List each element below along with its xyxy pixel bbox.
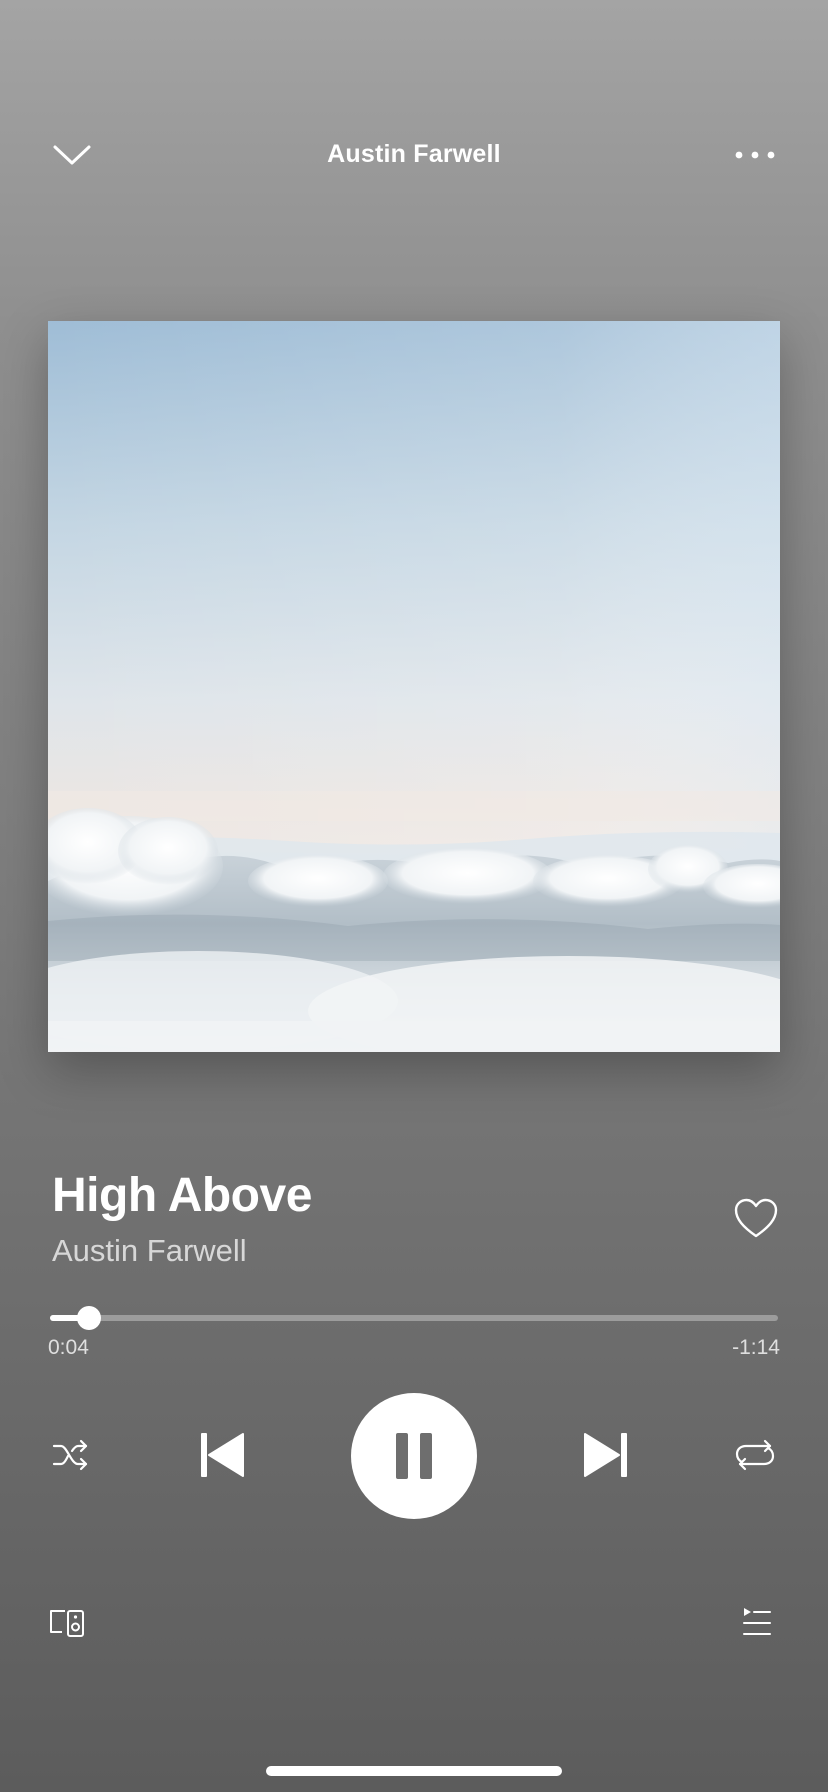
more-dots-icon — [735, 151, 775, 159]
devices-icon — [50, 1610, 84, 1637]
header-title: Austin Farwell — [327, 140, 501, 168]
track-artist[interactable]: Austin Farwell — [52, 1233, 247, 1269]
queue-button[interactable] — [740, 1602, 774, 1642]
album-art — [48, 321, 780, 1052]
progress-bar[interactable] — [50, 1306, 778, 1330]
heart-icon — [734, 1198, 778, 1238]
more-options-button[interactable] — [730, 140, 780, 170]
pause-icon — [396, 1433, 432, 1479]
shuffle-icon — [52, 1439, 88, 1471]
repeat-icon — [735, 1439, 775, 1471]
skip-next-icon — [584, 1433, 627, 1477]
skip-previous-icon — [201, 1433, 244, 1477]
remaining-time: -1:14 — [732, 1336, 780, 1359]
devices-button[interactable] — [46, 1604, 88, 1642]
like-button[interactable] — [728, 1192, 784, 1244]
home-indicator[interactable] — [266, 1766, 562, 1776]
elapsed-time: 0:04 — [48, 1336, 89, 1359]
track-title: High Above — [52, 1169, 312, 1222]
next-button[interactable] — [578, 1427, 634, 1483]
progress-knob[interactable] — [77, 1306, 102, 1330]
pause-button[interactable] — [351, 1393, 477, 1519]
queue-icon — [743, 1608, 771, 1635]
repeat-button[interactable] — [732, 1434, 778, 1476]
previous-button[interactable] — [194, 1427, 250, 1483]
shuffle-button[interactable] — [48, 1434, 94, 1476]
